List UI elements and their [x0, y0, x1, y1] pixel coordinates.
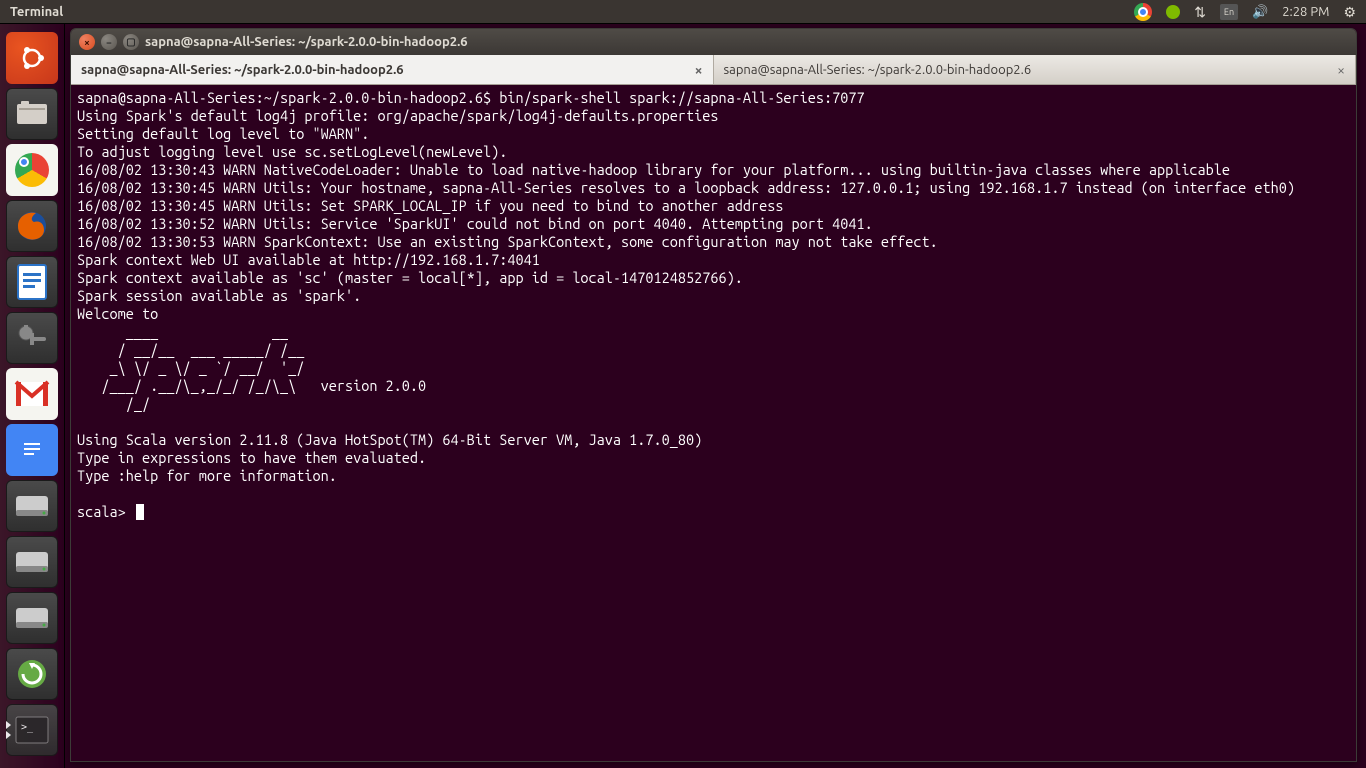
- files-icon[interactable]: [6, 88, 58, 140]
- gmail-icon[interactable]: [6, 368, 58, 420]
- disk-icon-1[interactable]: [6, 480, 58, 532]
- ubuntu-dash-icon[interactable]: [6, 32, 58, 84]
- terminal-tab-2[interactable]: sapna@sapna-All-Series: ~/spark-2.0.0-bi…: [714, 55, 1357, 84]
- system-gear-icon[interactable]: ⚙: [1343, 4, 1356, 21]
- terminal-cursor: [136, 504, 144, 520]
- window-minimize-button[interactable]: −: [101, 34, 117, 50]
- firefox-icon[interactable]: [6, 200, 58, 252]
- libreoffice-writer-icon[interactable]: [6, 256, 58, 308]
- window-maximize-button[interactable]: ▢: [123, 34, 139, 50]
- system-menubar: Terminal ⇅ En 🔊 2:28 PM ⚙: [0, 0, 1366, 24]
- unity-launcher: >_: [0, 24, 65, 768]
- chrome-icon[interactable]: [6, 144, 58, 196]
- disk-icon-2[interactable]: [6, 536, 58, 588]
- terminal-tab-1[interactable]: sapna@sapna-All-Series: ~/spark-2.0.0-bi…: [71, 55, 714, 84]
- terminal-icon[interactable]: >_: [6, 704, 58, 756]
- scala-prompt[interactable]: scala>: [77, 503, 134, 520]
- tab-close-icon[interactable]: ×: [695, 62, 703, 78]
- keyboard-layout-indicator[interactable]: En: [1220, 4, 1238, 20]
- volume-icon[interactable]: 🔊: [1252, 5, 1268, 20]
- active-app-name: Terminal: [0, 5, 63, 19]
- status-dot-icon[interactable]: [1166, 5, 1180, 19]
- software-updater-icon[interactable]: [6, 648, 58, 700]
- disk-icon-3[interactable]: [6, 592, 58, 644]
- chrome-indicator-icon[interactable]: [1134, 3, 1152, 21]
- tab-label: sapna@sapna-All-Series: ~/spark-2.0.0-bi…: [724, 63, 1032, 77]
- terminal-window: × − ▢ sapna@sapna-All-Series: ~/spark-2.…: [70, 28, 1357, 762]
- svg-text:>_: >_: [21, 722, 34, 733]
- tab-label: sapna@sapna-All-Series: ~/spark-2.0.0-bi…: [81, 63, 404, 77]
- tab-close-icon[interactable]: ×: [1337, 62, 1345, 78]
- settings-icon[interactable]: [6, 312, 58, 364]
- google-docs-icon[interactable]: [6, 424, 58, 476]
- terminal-tabs: sapna@sapna-All-Series: ~/spark-2.0.0-bi…: [71, 55, 1356, 85]
- window-close-button[interactable]: ×: [79, 34, 95, 50]
- terminal-output[interactable]: sapna@sapna-All-Series:~/spark-2.0.0-bin…: [71, 85, 1356, 525]
- clock[interactable]: 2:28 PM: [1282, 5, 1329, 19]
- window-title: sapna@sapna-All-Series: ~/spark-2.0.0-bi…: [145, 35, 468, 49]
- network-icon[interactable]: ⇅: [1194, 4, 1206, 21]
- window-titlebar[interactable]: × − ▢ sapna@sapna-All-Series: ~/spark-2.…: [71, 29, 1356, 55]
